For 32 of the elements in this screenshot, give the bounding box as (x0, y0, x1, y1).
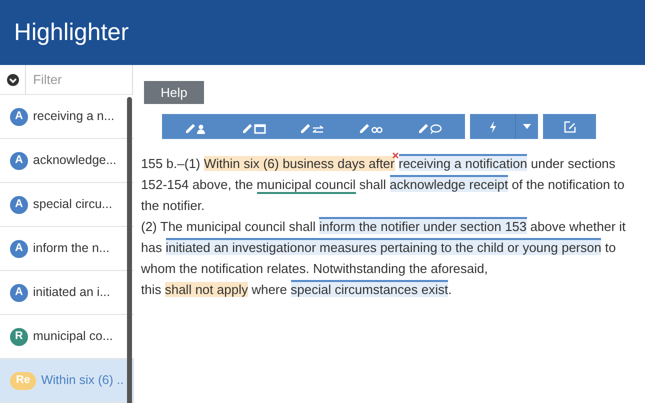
annotation-item[interactable]: A inform the n... (0, 227, 134, 271)
annotation-item[interactable]: A special circu... (0, 183, 134, 227)
scrollbar[interactable] (127, 97, 132, 403)
chevron-down-icon[interactable] (6, 74, 18, 86)
annotation-label: special circu... (33, 196, 112, 214)
annotation-item[interactable]: A initiated an i... (0, 271, 134, 315)
edit-icon (564, 120, 576, 132)
annotation-label: acknowledge... (33, 152, 116, 170)
annotation-item[interactable]: A receiving a n... (0, 95, 134, 139)
caret-icon (523, 124, 531, 129)
annotation-badge: A (10, 152, 28, 170)
app-title: Highlighter (14, 18, 129, 48)
annotation-badge: R (10, 328, 28, 346)
dropdown-button[interactable] (516, 114, 538, 139)
annotation-label: initiated an i... (33, 284, 110, 302)
annotation-item[interactable]: R municipal co... (0, 315, 134, 359)
edit-button[interactable] (543, 114, 596, 139)
annotation-label: inform the n... (33, 240, 110, 258)
close-icon[interactable] (392, 152, 399, 159)
filter-field[interactable]: Filter (26, 65, 126, 94)
lightning-icon (488, 120, 496, 132)
annotation-label: municipal co... (33, 328, 113, 346)
help-button[interactable]: Help (144, 81, 204, 104)
document-text: 155 b.–(1) Within six (6) business days after receiving a notification under sections 152-154 above, the municipal council shall acknowledge receipt of the notification to the notifier. (2) The municipal council shall inform the notifier under section 153 above whether it has initiated an investigationor measures pertaining to the child or young person to whom the notification relates. Notwithstanding the aforesaid, this shall not apply where special circumstances exist. (141, 153, 641, 300)
annotation-badge: Re (10, 372, 36, 390)
annotation-badge: A (10, 284, 28, 302)
annotation-label: receiving a n... (33, 108, 114, 126)
annotation-item[interactable]: A acknowledge... (0, 139, 134, 183)
annotation-badge: A (10, 196, 28, 214)
annotation-badge: A (10, 108, 28, 126)
annotation-badge: A (10, 240, 28, 258)
annotation-label: Within six (6) .. (41, 372, 124, 390)
